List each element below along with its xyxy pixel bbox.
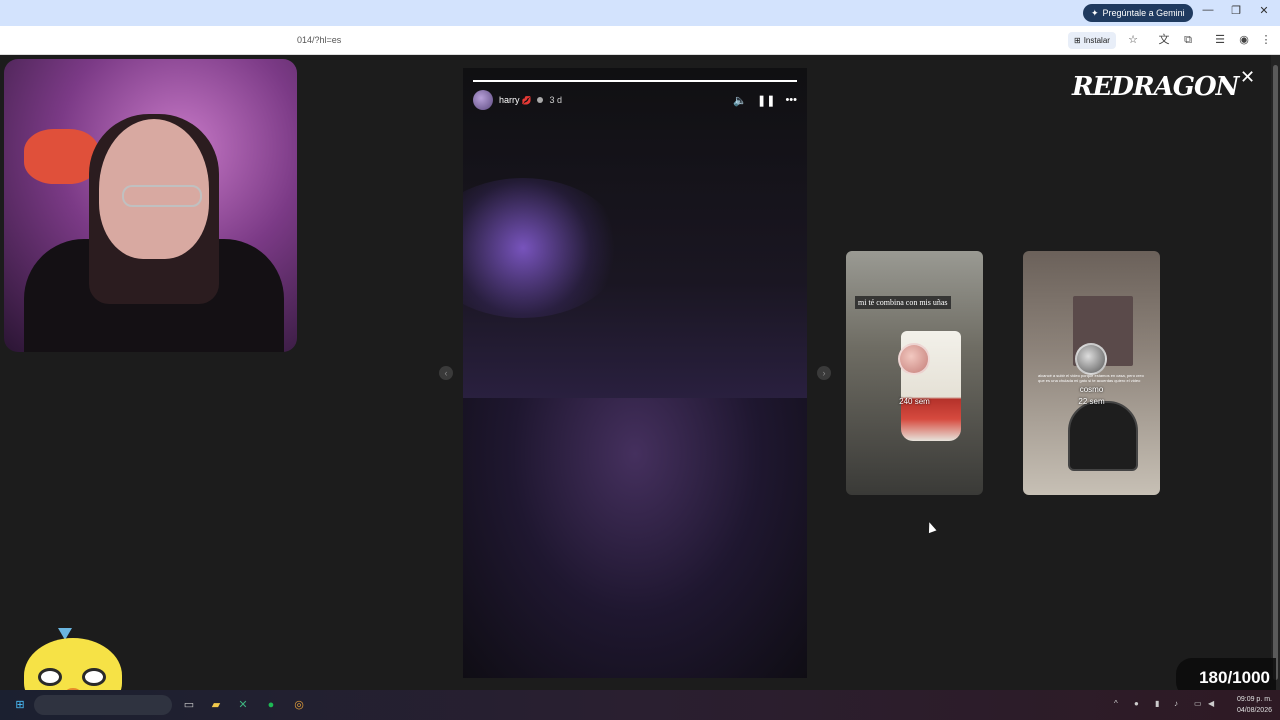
taskbar-search[interactable]	[34, 695, 172, 715]
prev-story-chevron-icon[interactable]: ‹	[439, 366, 453, 380]
story-age: 3 d	[549, 95, 562, 105]
gemini-label: Pregúntale a Gemini	[1102, 8, 1185, 18]
spotify-icon[interactable]: ●	[263, 697, 279, 713]
clock-time: 09:09 p. m.	[1236, 696, 1272, 703]
scrollbar-thumb[interactable]	[1273, 65, 1278, 680]
avatar	[1075, 343, 1107, 375]
scrollbar[interactable]	[1271, 55, 1280, 690]
next-story-chevron-icon[interactable]: ›	[817, 366, 831, 380]
thumbnail-time: 22 sem	[1078, 397, 1105, 406]
windows-start-icon[interactable]: ⊞	[12, 697, 28, 713]
page-viewport: harry 💋 3 d 🔈 ❚❚ ••• ‹ › mi té combina c…	[0, 55, 1280, 690]
translate-icon[interactable]: 文	[1157, 33, 1171, 47]
stage-light	[463, 178, 623, 318]
volume-icon[interactable]: 🔈	[733, 94, 747, 107]
url-text[interactable]: 014/?hl=es	[297, 35, 341, 45]
extensions-icon[interactable]: ⧉	[1181, 33, 1195, 47]
gemini-icon: ✦	[1091, 8, 1099, 18]
mic-icon[interactable]: ♪	[1174, 699, 1178, 708]
story-thumbnail-1[interactable]: mi té combina con mis uñas 240 sem	[846, 251, 983, 495]
verified-dot-icon	[537, 97, 544, 103]
plush-toy-image	[24, 129, 99, 184]
maximize-button[interactable]: ❐	[1226, 4, 1246, 17]
thumbnail-time: 240 sem	[899, 397, 930, 406]
story-thumbnail-2[interactable]: alcancé a subir el video porque estamos …	[1023, 251, 1160, 495]
story-controls: 🔈 ❚❚ •••	[733, 94, 797, 107]
glasses-icon	[122, 185, 202, 207]
network-icon[interactable]: ▭	[1194, 699, 1202, 708]
install-label: Instalar	[1083, 36, 1110, 45]
chrome-icon[interactable]: ◎	[291, 697, 307, 713]
menu-icon[interactable]: ⋮	[1259, 33, 1273, 47]
concert-crowd-image	[463, 398, 807, 678]
avatar	[898, 343, 930, 375]
close-icon[interactable]: ✕	[1240, 67, 1255, 88]
taskbar: ⊞ ▭ ▰ ✕ ● ◎ ^ ● ▮ ♪ ▭ ◀ 09:09 p. m. 04/0…	[0, 690, 1280, 720]
tray-chevron-up-icon[interactable]: ^	[1114, 699, 1118, 708]
tray-app-icon[interactable]: ●	[1134, 699, 1139, 708]
thumbnail-caption: alcancé a subir el video porque estamos …	[1038, 373, 1144, 383]
install-button[interactable]: ⊞ Instalar	[1068, 32, 1116, 49]
ask-gemini-button[interactable]: ✦ Pregúntale a Gemini	[1083, 4, 1193, 22]
taskbar-clock[interactable]: 09:09 p. m. 04/08/2026	[1222, 694, 1272, 716]
story-progress-bar	[473, 80, 797, 82]
tray-battery-icon[interactable]: ▮	[1155, 699, 1159, 708]
minimize-button[interactable]: —	[1198, 4, 1218, 16]
thumbnail-username: cosmo	[1079, 385, 1104, 394]
chick-left-eye	[38, 668, 62, 686]
browser-tab-strip: ✦ Pregúntale a Gemini — ❐ ✕	[0, 0, 1280, 26]
story-progress-fill	[473, 80, 797, 82]
close-window-button[interactable]: ✕	[1254, 4, 1274, 17]
story-viewer[interactable]: harry 💋 3 d 🔈 ❚❚ •••	[463, 68, 807, 678]
more-icon[interactable]: •••	[785, 94, 797, 107]
task-view-icon[interactable]: ▭	[181, 697, 197, 713]
thumbnail-caption: mi té combina con mis uñas	[855, 296, 951, 309]
star-icon[interactable]: ☆	[1126, 33, 1140, 47]
volume-icon[interactable]: ◀	[1208, 699, 1214, 708]
excel-icon[interactable]: ✕	[235, 697, 251, 713]
webcam-overlay	[4, 59, 297, 352]
install-icon: ⊞	[1074, 36, 1081, 45]
mouse-cursor-icon	[925, 520, 937, 534]
clock-date: 04/08/2026	[1236, 707, 1272, 714]
file-explorer-icon[interactable]: ▰	[208, 697, 224, 713]
redragon-logo: REDRAGON	[1072, 72, 1239, 102]
avatar[interactable]	[473, 90, 493, 110]
story-username[interactable]: harry	[499, 95, 520, 105]
story-header: harry 💋 3 d 🔈 ❚❚ •••	[473, 90, 797, 110]
chick-right-eye	[82, 668, 106, 686]
profile-icon[interactable]: ◉	[1237, 33, 1251, 47]
pause-icon[interactable]: ❚❚	[757, 94, 775, 107]
address-bar: 014/?hl=es ⊞ Instalar ☆ 文 ⧉ ☰ ◉ ⋮	[0, 26, 1280, 55]
lips-emoji: 💋	[521, 95, 532, 105]
media-icon[interactable]: ☰	[1213, 33, 1227, 47]
pet-pen-image	[1068, 401, 1138, 471]
